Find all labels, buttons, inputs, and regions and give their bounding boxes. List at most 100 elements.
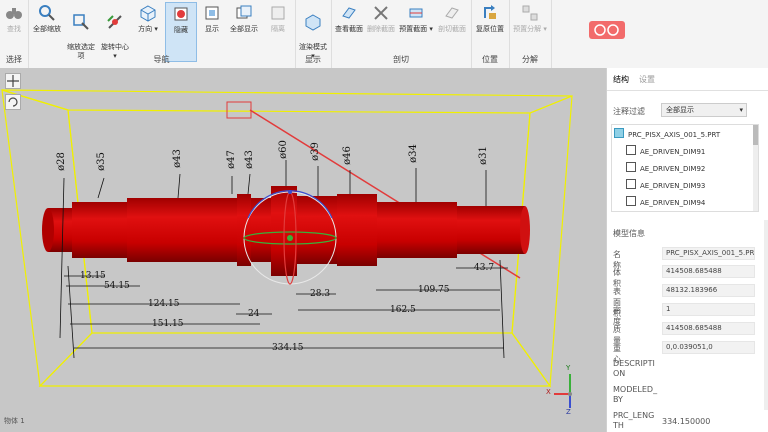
tree-item-label: AE_DRIVEN_DIM93 <box>640 182 706 190</box>
orientation-button[interactable]: 方向 ▾ <box>132 2 164 34</box>
tree-item[interactable]: AE_DRIVEN_DIM92 <box>626 162 705 173</box>
pan-tool[interactable] <box>5 73 21 89</box>
find-label: 查找 <box>7 25 21 33</box>
properties-panel: 结构 设置 注释过滤 全部显示 ▾ PRC_PISX_AXIS_001_5.PR… <box>606 68 768 432</box>
length-label: 24 <box>248 309 260 319</box>
tree-item-label: AE_DRIVEN_DIM91 <box>640 148 706 156</box>
tree-item[interactable]: AE_DRIVEN_DIM91 <box>626 145 705 156</box>
rotation-center-icon <box>107 15 122 29</box>
prop-value: 414508.685488 <box>662 265 755 278</box>
record-widget[interactable] <box>589 21 625 39</box>
show-all-label: 全部显示 <box>230 25 258 33</box>
group-select: 查找 选择 <box>0 0 29 68</box>
tree-item-label: AE_DRIVEN_DIM92 <box>640 165 706 173</box>
delete-section-button[interactable]: 删除截面 <box>365 2 397 34</box>
restore-position-button[interactable]: 复原位置 <box>473 2 507 34</box>
cut-section-icon <box>445 7 459 19</box>
group-explode-label: 分解 <box>522 55 538 64</box>
model-canvas[interactable] <box>0 68 606 432</box>
filter-select[interactable]: 全部显示 ▾ <box>661 103 747 117</box>
param-label: PRC_LENG TH <box>613 411 655 430</box>
dim-label: ø39 <box>309 142 321 161</box>
preset-explode-label: 预置分解 ▾ <box>513 25 547 33</box>
dim-label: ø28 <box>55 152 67 171</box>
hide-label: 隐藏 <box>174 26 188 34</box>
group-display-label: 显示 <box>305 55 321 64</box>
param-label: DESCRIPTI ON <box>613 359 655 378</box>
prop-value: 1 <box>662 303 755 316</box>
group-section-label: 剖切 <box>393 55 409 64</box>
length-label: 334.15 <box>272 343 304 353</box>
pan-icon <box>7 75 19 87</box>
group-select-label: 选择 <box>6 55 22 64</box>
dimension-icon <box>626 179 636 189</box>
tree-root-label: PRC_PISX_AXIS_001_5.PRT <box>628 131 721 139</box>
tree-item[interactable]: AE_DRIVEN_DIM94 <box>626 196 705 207</box>
show-all-button[interactable]: 全部显示 <box>226 2 262 34</box>
view-section-button[interactable]: 查看截面 <box>333 2 365 34</box>
show-icon <box>205 6 219 20</box>
view-section-label: 查看截面 <box>335 25 363 33</box>
dimension-icon <box>626 196 636 206</box>
isolate-button[interactable]: 隔离 <box>264 2 292 34</box>
tree-root[interactable]: PRC_PISX_AXIS_001_5.PRT <box>614 128 720 139</box>
filter-label: 注释过滤 <box>613 107 645 116</box>
dimension-icon <box>626 145 636 155</box>
prop-value: 414508.685488 <box>662 322 755 335</box>
zoom-all-label: 全部缩放 <box>33 25 61 33</box>
panel-scrollbar[interactable] <box>764 220 768 410</box>
tree-scrollbar-thumb[interactable] <box>753 125 758 145</box>
group-position-label: 位置 <box>482 55 498 64</box>
zoom-all-icon <box>39 5 55 21</box>
render-mode-button[interactable]: 渲染模式 ▾ <box>296 2 330 61</box>
zoom-all-button[interactable]: 全部缩放 <box>30 2 64 34</box>
preset-section-icon <box>409 8 423 18</box>
record-icon <box>594 24 619 36</box>
tab-structure[interactable]: 结构 <box>613 74 629 85</box>
group-section: 查看截面 删除截面 预置截面 ▾ 剖切截面 剖切 <box>331 0 472 68</box>
dim-label: ø47 <box>225 150 237 169</box>
isolate-label: 隔离 <box>271 25 285 33</box>
delete-section-label: 删除截面 <box>367 25 395 33</box>
dim-label: ø46 <box>341 146 353 165</box>
filter-select-value: 全部显示 <box>666 106 694 114</box>
hide-button[interactable]: 隐藏 <box>165 2 197 62</box>
preset-explode-button[interactable]: 预置分解 ▾ <box>511 2 549 34</box>
zoom-selected-button[interactable]: 缩放选定 项 <box>64 2 98 61</box>
panel-tabs: 结构 设置 <box>607 68 768 91</box>
cut-section-button[interactable]: 剖切截面 <box>435 2 469 34</box>
preset-section-label: 预置截面 ▾ <box>399 25 433 33</box>
restore-position-icon <box>484 5 496 19</box>
tree-item[interactable]: AE_DRIVEN_DIM93 <box>626 179 705 190</box>
3d-viewport[interactable]: ø28 ø35 ø43 ø47 ø43 ø60 ø39 ø46 ø34 ø31 … <box>0 68 606 432</box>
rotation-center-button[interactable]: 旋转中心 ▾ <box>98 2 132 61</box>
group-navigation-label: 导航 <box>153 55 170 64</box>
rotate-tool[interactable] <box>5 94 21 110</box>
tree-item-label: AE_DRIVEN_DIM94 <box>640 199 706 207</box>
show-button[interactable]: 显示 <box>198 2 226 34</box>
length-label: 124.15 <box>148 299 180 309</box>
param-value: 334.150000 <box>662 417 711 426</box>
preset-section-button[interactable]: 预置截面 ▾ <box>397 2 435 34</box>
show-all-icon <box>236 5 252 19</box>
model-info-title: 模型信息 <box>613 229 645 238</box>
show-label: 显示 <box>205 25 219 33</box>
tab-settings[interactable]: 设置 <box>639 74 655 85</box>
status-text: 物体 1 <box>4 417 25 425</box>
rotate-icon <box>8 97 18 107</box>
group-display: 渲染模式 ▾ 显示 <box>295 0 332 68</box>
structure-tree: PRC_PISX_AXIS_001_5.PRT AE_DRIVEN_DIM91 … <box>611 124 759 212</box>
restore-position-label: 复原位置 <box>476 25 504 33</box>
shaft-model[interactable] <box>42 186 530 276</box>
isolate-icon <box>271 6 285 20</box>
dim-label: ø43 <box>171 149 183 168</box>
prop-value: 48132.183966 <box>662 284 755 297</box>
find-button[interactable]: 查找 <box>2 2 26 34</box>
chevron-down-icon: ▾ <box>739 106 743 114</box>
annotation-plane-handle[interactable] <box>226 101 252 119</box>
tree-scrollbar[interactable] <box>753 125 758 211</box>
length-label: 54.15 <box>104 281 130 291</box>
hide-icon <box>174 7 188 21</box>
length-label: 162.5 <box>390 305 416 315</box>
cut-section-label: 剖切截面 <box>438 25 466 33</box>
